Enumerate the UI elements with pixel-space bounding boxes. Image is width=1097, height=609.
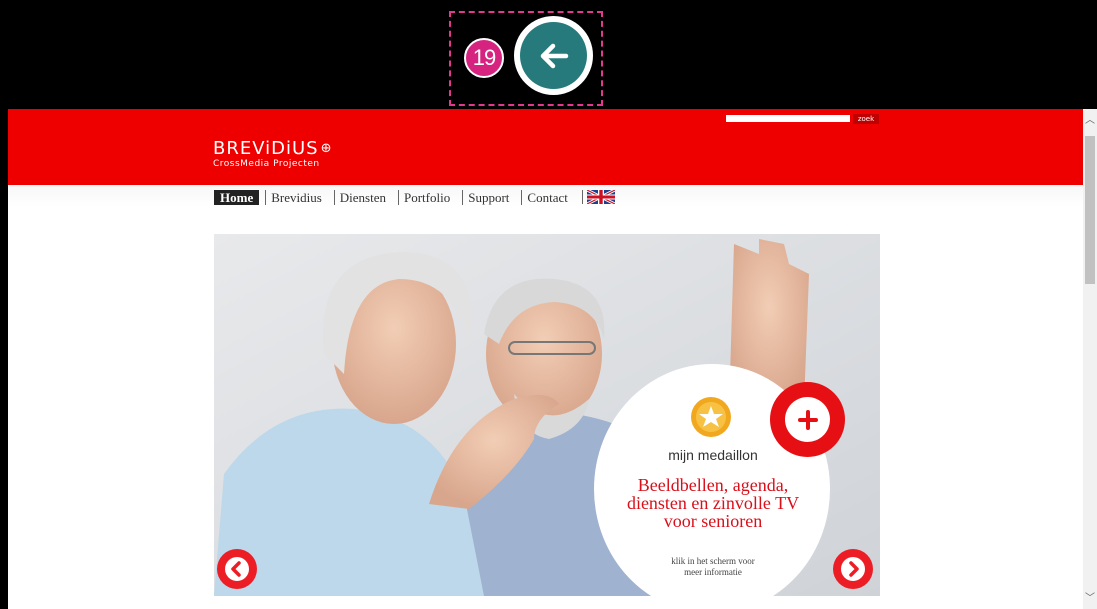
headline-line-2: diensten en zinvolle TV [626, 493, 800, 513]
nav-item-diensten[interactable]: Diensten [333, 189, 392, 205]
search-button[interactable]: zoek [853, 114, 879, 124]
site-header: zoek BREViDiUS ⊕ CrossMedia Projecten [8, 109, 1083, 185]
headline-line-3: voor senioren [663, 511, 763, 531]
arrow-left-icon [520, 22, 587, 89]
logo-plus-icon: ⊕ [320, 141, 333, 156]
plus-button[interactable] [770, 382, 845, 457]
nav-item-home[interactable]: Home [214, 189, 260, 205]
plus-icon [785, 397, 830, 442]
chevron-left-icon [225, 557, 249, 581]
scroll-up-arrow-icon[interactable]: ︿ [1083, 113, 1097, 129]
scroll-thumb[interactable] [1085, 136, 1095, 284]
nav-item-brevidius[interactable]: Brevidius [265, 189, 328, 205]
nav-item-support[interactable]: Support [462, 189, 515, 205]
hero-cta[interactable]: klik in het scherm voor meer informatie [546, 556, 880, 578]
slider-prev-button[interactable] [217, 549, 257, 589]
logo-name: BREViDiUS [213, 138, 319, 159]
hero-headline: Beeldbellen, agenda, diensten en zinvoll… [546, 476, 880, 530]
logo-tagline: CrossMedia Projecten [213, 159, 320, 169]
nav-item-portfolio[interactable]: Portfolio [398, 189, 456, 205]
window-edge [0, 109, 8, 609]
site-logo[interactable]: BREViDiUS ⊕ CrossMedia Projecten [213, 139, 333, 170]
headline-line-1: Beeldbellen, agenda, [637, 475, 789, 495]
uk-flag-icon[interactable] [581, 188, 616, 206]
step-number-badge: 19 [464, 38, 504, 78]
back-button[interactable] [514, 16, 593, 95]
nav-item-contact[interactable]: Contact [521, 189, 573, 205]
instruction-overlay-bar: 19 [0, 0, 1097, 109]
search-input[interactable] [726, 115, 850, 122]
slider-next-button[interactable] [833, 549, 873, 589]
chevron-right-icon [841, 557, 865, 581]
vertical-scrollbar[interactable]: ︿ ﹀ [1083, 109, 1097, 609]
cta-line-2: meer informatie [684, 567, 742, 577]
cta-line-1: klik in het scherm voor [671, 556, 755, 566]
main-navigation: Home Brevidius Diensten Portfolio Suppor… [214, 188, 616, 206]
scroll-down-arrow-icon[interactable]: ﹀ [1083, 591, 1097, 607]
browser-viewport: zoek BREViDiUS ⊕ CrossMedia Projecten Hom… [8, 109, 1083, 609]
